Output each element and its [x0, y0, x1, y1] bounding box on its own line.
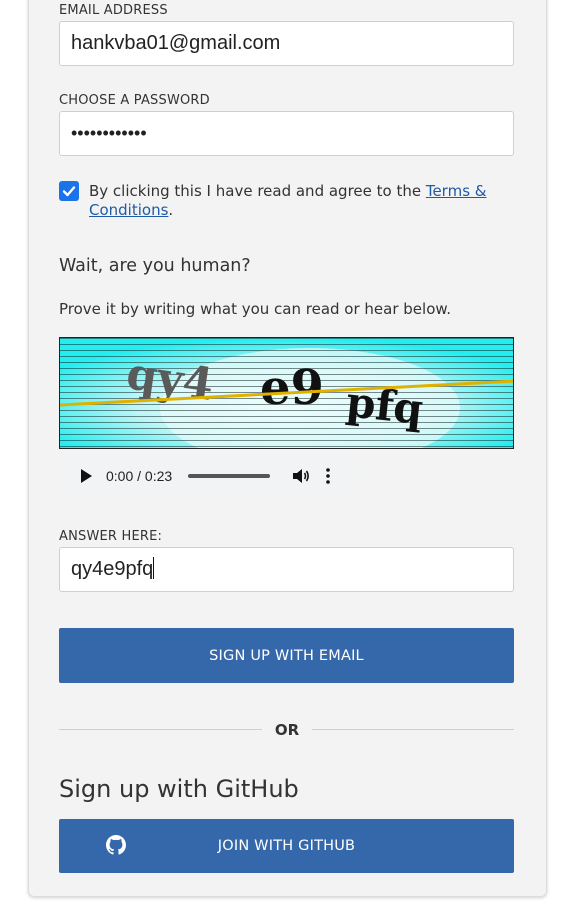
join-github-button[interactable]: JOIN WITH GITHUB	[59, 819, 514, 873]
play-icon[interactable]	[80, 468, 92, 483]
divider-left	[59, 729, 262, 730]
or-divider-text: OR	[274, 721, 300, 739]
text-caret	[153, 557, 155, 579]
email-field[interactable]: hankvba01@gmail.com	[59, 21, 514, 66]
signup-email-button[interactable]: SIGN UP WITH EMAIL	[59, 628, 514, 683]
captcha-instructions: Prove it by writing what you can read or…	[59, 300, 452, 318]
password-field[interactable]: ••••••••••••	[59, 111, 514, 156]
github-heading: Sign up with GitHub	[59, 775, 299, 803]
agree-label: By clicking this I have read and agree t…	[89, 182, 426, 200]
volume-icon[interactable]	[292, 468, 310, 484]
more-vertical-icon[interactable]	[326, 467, 330, 484]
github-icon	[106, 835, 126, 855]
audio-time: 0:00 / 0:23	[106, 467, 173, 484]
join-github-label: JOIN WITH GITHUB	[217, 838, 356, 854]
divider-right	[312, 729, 514, 730]
answer-label: ANSWER HERE:	[59, 529, 163, 544]
checkmark-icon	[62, 186, 76, 197]
captcha-graphic: qy4 e9 pfq	[60, 338, 513, 448]
audio-progress[interactable]	[188, 473, 271, 478]
answer-field[interactable]: qy4e9pfq	[59, 547, 514, 592]
agree-text: By clicking this I have read and agree t…	[89, 182, 489, 220]
password-label: CHOOSE A PASSWORD	[59, 93, 210, 108]
answer-value: qy4e9pfq	[71, 558, 154, 580]
captcha-heading: Wait, are you human?	[59, 256, 251, 276]
agree-end: .	[168, 201, 174, 219]
captcha-image: qy4 e9 pfq	[59, 337, 514, 449]
email-label: EMAIL ADDRESS	[59, 3, 168, 18]
svg-text:e9: e9	[260, 360, 324, 416]
captcha-audio-player[interactable]: 0:00 / 0:23	[59, 453, 359, 498]
agree-checkbox[interactable]	[59, 181, 79, 201]
